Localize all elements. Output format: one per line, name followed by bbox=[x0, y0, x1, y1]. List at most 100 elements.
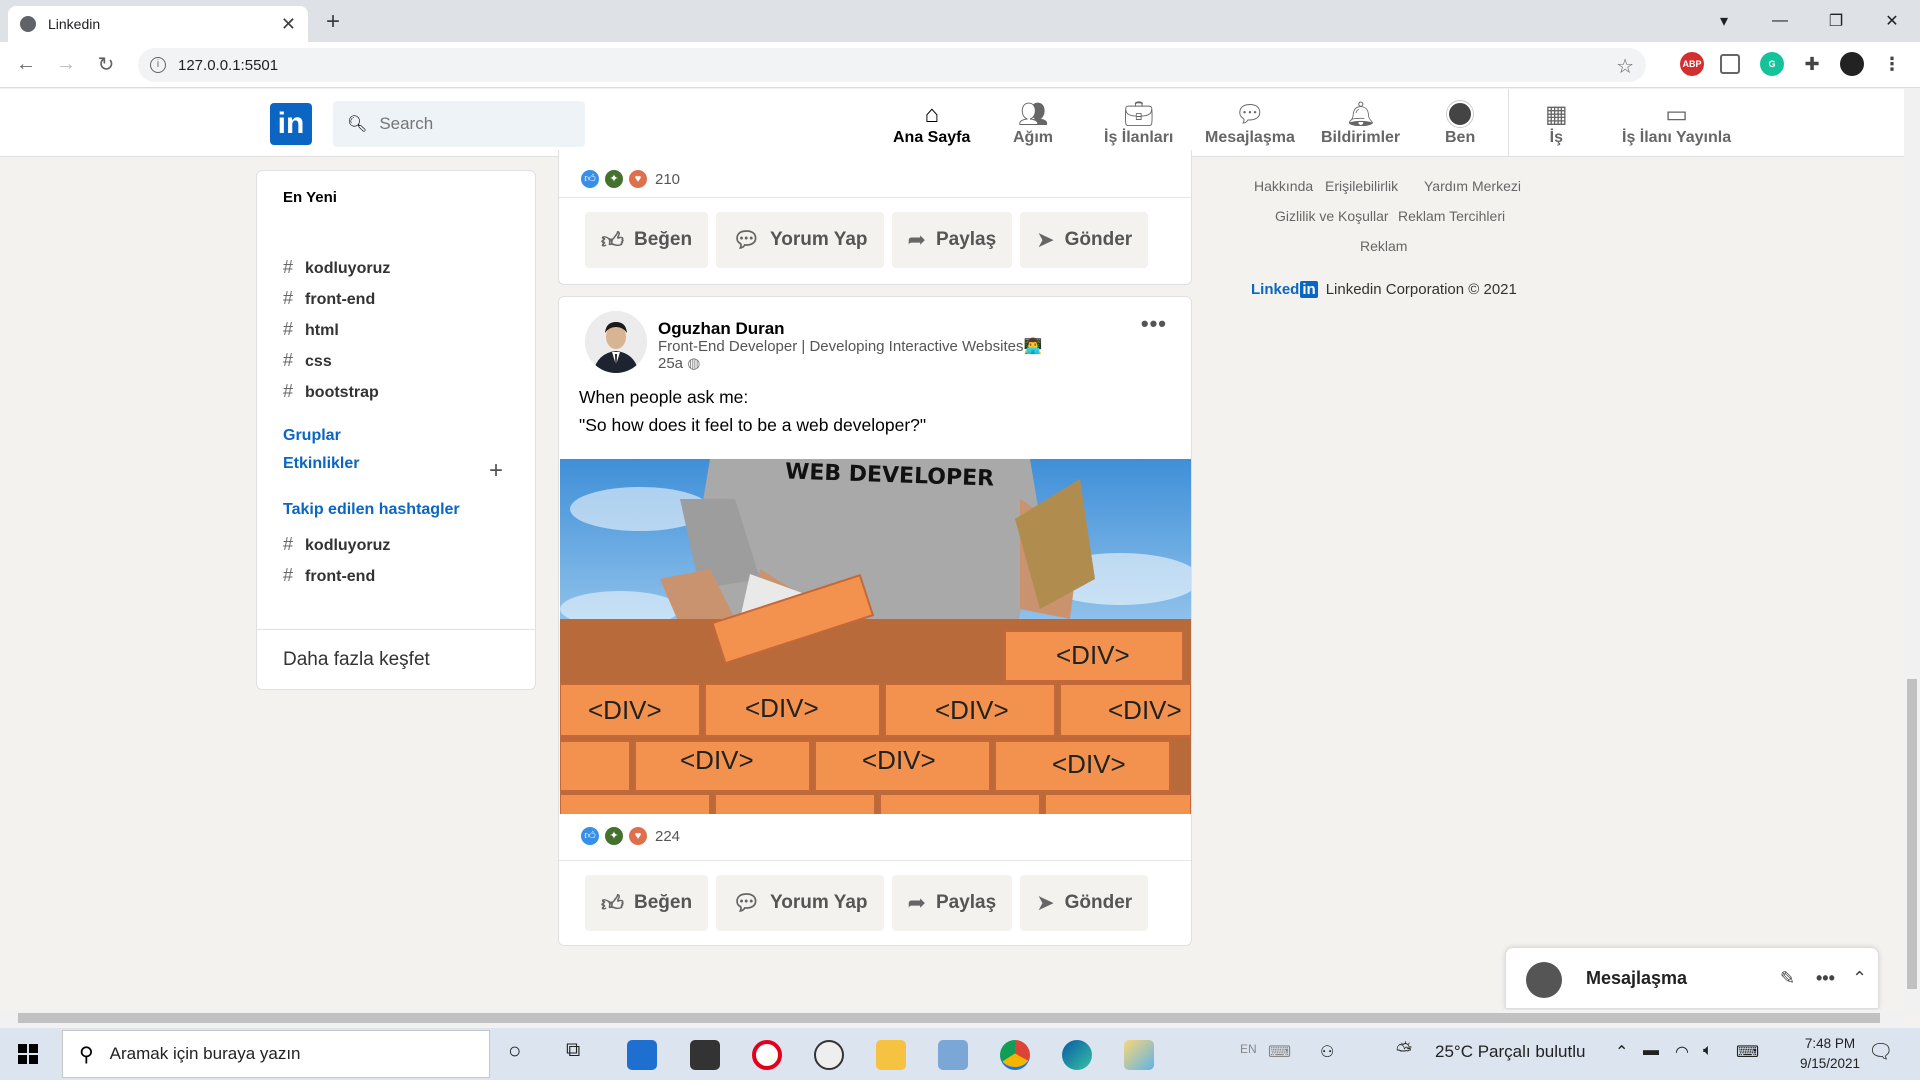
hashtag-item[interactable]: # kodluyoruz bbox=[283, 534, 390, 555]
this-pc-icon[interactable] bbox=[938, 1040, 968, 1070]
hashtag-icon: # bbox=[283, 381, 294, 401]
hashtag-item[interactable]: # front-end bbox=[283, 565, 375, 586]
opera-icon[interactable] bbox=[752, 1040, 782, 1070]
discover-more-link[interactable]: Daha fazla keşfet bbox=[283, 649, 430, 671]
nav-jobs[interactable]: 💼︎ İş İlanları bbox=[1104, 101, 1173, 147]
nav-post-job[interactable]: ▭ İş İlanı Yayınla bbox=[1622, 101, 1731, 147]
weather-icon[interactable]: ⛅︎ bbox=[1396, 1040, 1412, 1063]
copyright-text: Linkedin Corporation © 2021 bbox=[1325, 281, 1517, 298]
hashtag-item[interactable]: # kodluyoruz bbox=[283, 257, 390, 278]
chevron-up-icon[interactable]: ⌃ bbox=[1615, 1042, 1628, 1062]
adblock-icon[interactable]: ABP bbox=[1680, 52, 1704, 76]
footer-link-accessibility[interactable]: Erişilebilirlik bbox=[1325, 178, 1398, 194]
task-view-icon[interactable]: ⧉ bbox=[566, 1039, 580, 1062]
back-icon[interactable]: ← bbox=[6, 53, 46, 76]
footer-link-privacy[interactable]: Gizlilik ve Koşullar bbox=[1275, 208, 1389, 224]
nav-notifications[interactable]: 🔔︎ Bildirimler bbox=[1321, 101, 1400, 147]
more-options-icon[interactable]: ••• bbox=[1816, 968, 1835, 989]
site-info-icon[interactable]: i bbox=[150, 57, 166, 73]
author-name[interactable]: Oguzhan Duran bbox=[658, 319, 785, 339]
scrollbar-thumb[interactable] bbox=[18, 1013, 1880, 1023]
battery-icon[interactable]: ▬ bbox=[1643, 1042, 1659, 1060]
wifi-icon[interactable]: ◠ bbox=[1675, 1042, 1689, 1062]
url-text[interactable]: 127.0.0.1:5501 bbox=[178, 57, 278, 74]
profile-dropdown-icon[interactable]: ▾ bbox=[1696, 11, 1752, 31]
people-icon[interactable]: ⚇ bbox=[1320, 1042, 1334, 1062]
close-window-button[interactable]: ✕ bbox=[1864, 11, 1920, 31]
nav-home[interactable]: ⌂ Ana Sayfa bbox=[893, 101, 970, 147]
scrollbar-thumb[interactable] bbox=[1907, 679, 1917, 989]
post-image[interactable]: WEB DEVELOPER <DIV> <DIV> <DIV> <DIV> <D… bbox=[560, 459, 1191, 814]
share-button[interactable]: ➦ Paylaş bbox=[891, 875, 1013, 931]
hashtag-item[interactable]: # html bbox=[283, 319, 339, 340]
more-options-icon[interactable]: ••• bbox=[1141, 311, 1167, 337]
add-event-icon[interactable]: + bbox=[489, 457, 503, 485]
comment-button[interactable]: 💬︎ Yorum Yap bbox=[716, 212, 884, 268]
input-language[interactable]: EN bbox=[1240, 1042, 1257, 1056]
grammarly-icon[interactable]: G bbox=[1760, 52, 1784, 76]
hashtag-item[interactable]: # css bbox=[283, 350, 332, 371]
minimize-button[interactable]: — bbox=[1752, 12, 1808, 30]
footer-link-help[interactable]: Yardım Merkezi bbox=[1424, 178, 1521, 194]
keyboard-icon[interactable]: ⌨ bbox=[1268, 1042, 1291, 1062]
forward-icon[interactable]: → bbox=[46, 53, 86, 76]
volume-icon[interactable]: 🔈︎ bbox=[1703, 1042, 1713, 1060]
comment-button[interactable]: 💬︎ Yorum Yap bbox=[716, 875, 884, 931]
omnibox[interactable]: i 127.0.0.1:5501 ☆ bbox=[138, 48, 1646, 82]
footer-link-ad-prefs[interactable]: Reklam Tercihleri bbox=[1398, 208, 1505, 224]
nav-network[interactable]: 👥︎ Ağım bbox=[1013, 101, 1053, 147]
new-tab-button[interactable]: + bbox=[326, 8, 340, 36]
profile-avatar[interactable] bbox=[1840, 52, 1864, 76]
nav-me[interactable]: Ben bbox=[1445, 101, 1475, 147]
send-button[interactable]: ➤ Gönder bbox=[1020, 875, 1149, 931]
events-link[interactable]: Etkinlikler bbox=[283, 455, 359, 473]
browser-menu-icon[interactable]: ⋮ bbox=[1880, 52, 1904, 76]
footer-link-about[interactable]: Hakkında bbox=[1254, 178, 1313, 194]
reaction-summary[interactable]: 👍︎ ✦ ♥ 224 bbox=[581, 827, 680, 845]
like-button[interactable]: 👍︎ Beğen bbox=[585, 875, 709, 931]
like-button[interactable]: 👍︎ Beğen bbox=[585, 212, 709, 268]
system-clock[interactable]: 7:48 PM 9/15/2021 bbox=[1800, 1034, 1860, 1074]
nav-messaging[interactable]: 💬︎ Mesajlaşma bbox=[1205, 101, 1295, 147]
notification-center-icon[interactable]: 🗨︎ bbox=[1868, 1039, 1893, 1064]
hashtag-item[interactable]: # front-end bbox=[283, 288, 375, 309]
thumbs-up-icon: 👍︎ bbox=[601, 227, 624, 253]
search-input[interactable] bbox=[379, 114, 580, 134]
send-button[interactable]: ➤ Gönder bbox=[1020, 212, 1149, 268]
chrome-icon[interactable] bbox=[1000, 1040, 1030, 1070]
vertical-scrollbar[interactable] bbox=[1904, 89, 1920, 1017]
messaging-bar[interactable]: Mesajlaşma ✎ ••• ⌃ bbox=[1505, 947, 1879, 1009]
followed-hashtags-link[interactable]: Takip edilen hashtagler bbox=[283, 501, 460, 519]
bookmark-star-icon[interactable]: ☆ bbox=[1616, 54, 1634, 79]
maximize-button[interactable]: ❐ bbox=[1808, 11, 1864, 31]
footer-link-ads[interactable]: Reklam bbox=[1360, 238, 1407, 254]
edge-icon[interactable] bbox=[1062, 1040, 1092, 1070]
weather-text[interactable]: 25°C Parçalı bulutlu bbox=[1435, 1042, 1585, 1062]
cortana-icon[interactable]: ○ bbox=[508, 1038, 521, 1064]
reload-icon[interactable]: ↻ bbox=[86, 52, 126, 77]
extensions-icon[interactable]: ✚ bbox=[1800, 52, 1824, 76]
reaction-count: 224 bbox=[655, 827, 681, 845]
taskbar-search[interactable]: ⚲ Aramak için buraya yazın bbox=[62, 1030, 490, 1078]
browser-tab[interactable]: Linkedin ✕ bbox=[8, 6, 308, 42]
chevron-up-icon[interactable]: ⌃ bbox=[1852, 968, 1867, 989]
paint-icon[interactable] bbox=[1124, 1040, 1154, 1070]
media-player-icon[interactable] bbox=[627, 1040, 657, 1070]
linkedin-logo[interactable]: in bbox=[270, 103, 312, 145]
reader-icon[interactable] bbox=[1720, 54, 1740, 74]
reaction-summary[interactable]: 👍︎ ✦ ♥ 210 bbox=[581, 170, 680, 188]
close-tab-icon[interactable]: ✕ bbox=[281, 14, 296, 35]
clock-app-icon[interactable] bbox=[814, 1040, 844, 1070]
hashtag-item[interactable]: # bootstrap bbox=[283, 381, 379, 402]
store-icon[interactable] bbox=[690, 1040, 720, 1070]
share-button[interactable]: ➦ Paylaş bbox=[891, 212, 1013, 268]
touch-keyboard-icon[interactable]: ⌨ bbox=[1736, 1042, 1759, 1062]
groups-link[interactable]: Gruplar bbox=[283, 427, 341, 445]
author-avatar[interactable] bbox=[585, 311, 647, 373]
horizontal-scrollbar[interactable] bbox=[0, 1010, 1904, 1026]
file-explorer-icon[interactable] bbox=[876, 1040, 906, 1070]
nav-work[interactable]: ▦ İş bbox=[1545, 101, 1568, 147]
compose-icon[interactable]: ✎ bbox=[1780, 968, 1795, 989]
windows-start-icon[interactable] bbox=[18, 1044, 38, 1064]
search-box[interactable]: 🔍︎ bbox=[333, 101, 585, 147]
